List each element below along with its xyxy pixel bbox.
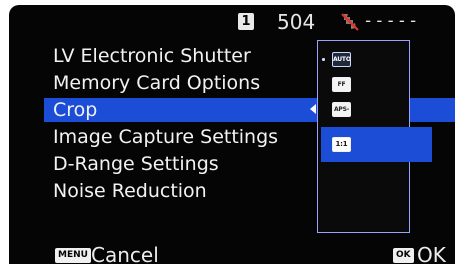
menu-item-crop[interactable]: Crop — [53, 98, 97, 122]
crop-apsc-icon[interactable]: APS-C — [332, 102, 351, 117]
cancel-button[interactable]: Cancel — [91, 243, 159, 264]
menu-item-memory-card-options[interactable]: Memory Card Options — [53, 71, 260, 95]
menu-item-lv-electronic-shutter[interactable]: LV Electronic Shutter — [53, 44, 251, 68]
crop-auto-icon[interactable]: AUTO — [332, 52, 351, 67]
submenu-arrow-icon — [310, 104, 316, 114]
crop-ff-icon[interactable]: FF — [332, 77, 351, 92]
menu-item-noise-reduction[interactable]: Noise Reduction — [53, 179, 207, 203]
menu-item-d-range-settings[interactable]: D-Range Settings — [53, 152, 219, 176]
camera-menu-screen: 1 504 ----- LV Electronic Shutter Memory… — [9, 5, 455, 264]
card-slot-badge: 1 — [238, 13, 254, 30]
shots-remaining: 504 — [277, 10, 316, 34]
crop-1-1-icon[interactable]: 1:1 — [332, 137, 351, 152]
gps-status-text: ----- — [363, 11, 420, 31]
gps-off-icon — [341, 13, 359, 31]
crop-options-panel: AUTO FF APS-C 1:1 — [317, 40, 432, 233]
ok-button[interactable]: OK — [417, 243, 446, 264]
ok-key-badge: OK — [393, 248, 414, 263]
menu-key-badge: MENU — [55, 248, 91, 263]
gps-status: ----- — [339, 11, 433, 33]
current-setting-indicator-icon — [322, 58, 325, 61]
menu-item-image-capture-settings[interactable]: Image Capture Settings — [53, 125, 278, 149]
